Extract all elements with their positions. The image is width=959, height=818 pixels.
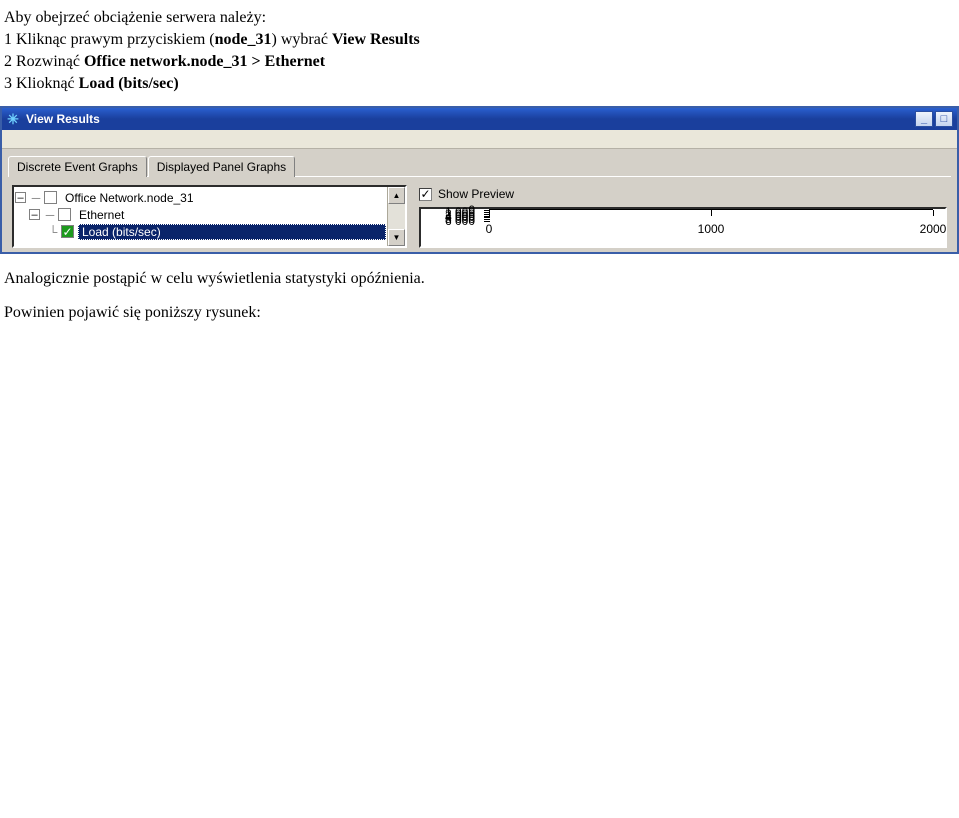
tree-checkbox[interactable]: [44, 191, 57, 204]
doc-intro: Aby obejrzeć obciążenie serwera należy:: [4, 8, 955, 28]
tab-discrete-event-graphs[interactable]: Discrete Event Graphs: [8, 156, 147, 177]
tree-list[interactable]: – ─ Office Network.node_31 – ─ Ethernet: [14, 187, 387, 246]
tree-box: – ─ Office Network.node_31 – ─ Ethernet: [12, 185, 407, 248]
scroll-down-button[interactable]: ▼: [388, 229, 405, 246]
doc-outro2: Powinien pojawić się poniższy rysunek:: [4, 304, 955, 322]
show-preview-label: Show Preview: [438, 187, 514, 201]
tree-root-label: Office Network.node_31: [61, 191, 198, 205]
preview-panel: ✓ Show Preview 01 0002 0003 0004 0005 00…: [419, 185, 947, 248]
maximize-button[interactable]: □: [935, 111, 953, 127]
tab-pane: – ─ Office Network.node_31 – ─ Ethernet: [8, 176, 951, 252]
tree-checkbox-checked[interactable]: ✓: [61, 225, 74, 238]
doc-outro1: Analogicznie postąpić w celu wyświetleni…: [4, 270, 955, 288]
tree-connector-icon: └: [45, 225, 61, 239]
titlebar[interactable]: ✳ View Results _ □: [2, 108, 957, 130]
chart-xtick-label: 2000: [920, 222, 947, 236]
tree-root-row[interactable]: – ─ Office Network.node_31: [15, 189, 386, 206]
checkbox-icon[interactable]: ✓: [419, 188, 432, 201]
doc-step3: 3 Klioknąć Load (bits/sec): [4, 74, 955, 94]
expand-icon[interactable]: –: [29, 209, 40, 220]
tree-child-label: Ethernet: [75, 208, 128, 222]
chart-xtick-label: 1000: [698, 222, 725, 236]
chart-xtick-label: 0: [486, 222, 493, 236]
tree-scrollbar[interactable]: ▲ ▼: [387, 187, 405, 246]
show-preview-checkbox[interactable]: ✓ Show Preview: [419, 185, 947, 203]
tab-displayed-panel-graphs[interactable]: Displayed Panel Graphs: [148, 156, 295, 177]
tree-checkbox[interactable]: [58, 208, 71, 221]
tree-leaf-label: Load (bits/sec): [78, 224, 386, 240]
tabs-row: Discrete Event Graphs Displayed Panel Gr…: [2, 149, 957, 176]
expand-icon[interactable]: –: [15, 192, 26, 203]
menubar: [2, 130, 957, 149]
doc-step2: 2 Rozwinąć Office network.node_31 > Ethe…: [4, 52, 955, 72]
doc-step1: 1 Kliknąc prawym przyciskiem (node_31) w…: [4, 30, 955, 50]
preview-chart: 01 0002 0003 0004 0005 0006 000010002000: [419, 207, 947, 248]
tree-connector-icon: ─: [28, 191, 44, 205]
tree-child-row[interactable]: – ─ Ethernet: [15, 206, 386, 223]
tree-connector-icon: ─: [42, 208, 58, 222]
scroll-up-button[interactable]: ▲: [388, 187, 405, 204]
tree-panel: – ─ Office Network.node_31 – ─ Ethernet: [12, 185, 407, 248]
view-results-window: ✳ View Results _ □ Discrete Event Graphs…: [0, 106, 959, 254]
tree-leaf-row[interactable]: └ ✓ Load (bits/sec): [15, 223, 386, 240]
app-icon: ✳: [6, 112, 20, 126]
minimize-button[interactable]: _: [915, 111, 933, 127]
window-title: View Results: [26, 112, 100, 126]
chart-ytick-label: 6 000: [427, 214, 475, 228]
